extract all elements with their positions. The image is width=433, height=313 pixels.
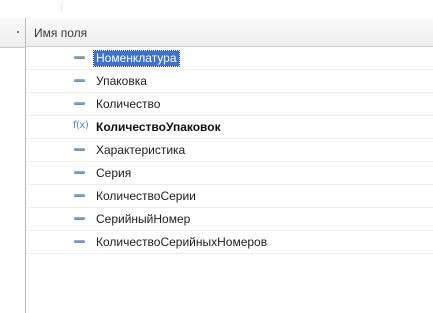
table-row[interactable]: Упаковка — [26, 70, 433, 93]
dot-icon — [17, 31, 19, 33]
grid-header[interactable]: Имя поля — [26, 18, 433, 47]
table-row[interactable]: СерийныйНомер — [26, 208, 433, 231]
top-strip — [0, 0, 433, 18]
field-name-label: Номенклатура — [93, 50, 180, 67]
table-row[interactable]: КоличествоСерии — [26, 185, 433, 208]
dash-shape — [74, 79, 85, 82]
field-name-label: КоличествоСерийныхНомеров — [96, 235, 268, 249]
field-icon — [73, 185, 87, 207]
dash-shape — [74, 171, 85, 174]
table-row[interactable]: Номенклатура — [26, 47, 433, 70]
field-name-label: Упаковка — [96, 74, 147, 88]
dash-shape — [74, 194, 85, 197]
field-icon — [73, 47, 87, 69]
field-name-label: КоличествоСерии — [96, 189, 196, 203]
left-column — [0, 18, 26, 313]
dash-shape — [74, 56, 85, 59]
field-name-label: СерийныйНомер — [96, 212, 191, 226]
field-icon — [73, 162, 87, 184]
field-name-label: Количество — [96, 97, 161, 111]
function-icon-text: f(x) — [73, 120, 89, 131]
table-row[interactable]: f(x) КоличествоУпаковок — [26, 116, 433, 139]
function-icon: f(x) — [73, 116, 89, 138]
field-list-window: Имя поля Номенклатура Упаковка Количество f… — [0, 0, 433, 313]
divider — [61, 2, 62, 12]
field-rows: Номенклатура Упаковка Количество f(x) Количе… — [26, 47, 433, 254]
field-name-label: КоличествоУпаковок — [96, 120, 221, 134]
table-row[interactable]: Характеристика — [26, 139, 433, 162]
dash-shape — [74, 217, 85, 220]
column-header-field-name[interactable]: Имя поля — [34, 26, 87, 40]
field-icon — [73, 231, 87, 253]
field-grid: Имя поля Номенклатура Упаковка Количество f… — [26, 18, 433, 313]
field-name-label: Серия — [96, 166, 132, 180]
table-row[interactable]: КоличествоСерийныхНомеров — [26, 231, 433, 254]
table-row[interactable]: Количество — [26, 93, 433, 116]
left-column-header[interactable] — [0, 18, 25, 48]
field-icon — [73, 93, 87, 115]
field-icon — [73, 208, 87, 230]
table-row[interactable]: Серия — [26, 162, 433, 185]
dash-shape — [74, 240, 85, 243]
field-icon — [73, 70, 87, 92]
field-name-label: Характеристика — [96, 143, 186, 157]
dash-shape — [74, 102, 85, 105]
dash-shape — [74, 148, 85, 151]
field-icon — [73, 139, 87, 161]
